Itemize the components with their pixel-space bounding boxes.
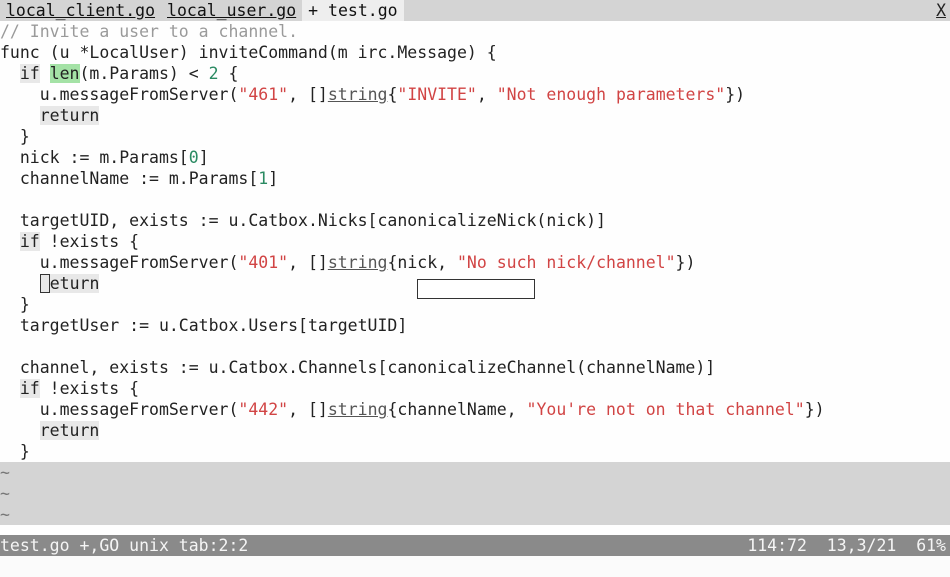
cursor (40, 274, 50, 293)
code-line: } (0, 441, 950, 462)
end-of-buffer: ~ (0, 504, 950, 525)
code-line: channel, exists := u.Catbox.Channels[can… (0, 357, 950, 378)
tab-local-client[interactable]: local_client.go (0, 0, 161, 21)
code-line: u.messageFromServer("442", []string{chan… (0, 399, 950, 420)
code-line: func (u *LocalUser) inviteCommand(m irc.… (0, 42, 950, 63)
code-line: nick := m.Params[0] (0, 147, 950, 168)
code-line: return (0, 420, 950, 441)
end-of-buffer: ~ (0, 483, 950, 504)
end-of-buffer: ~ (0, 462, 950, 483)
floating-box (417, 279, 535, 299)
command-line[interactable] (0, 556, 950, 577)
code-line: } (0, 126, 950, 147)
code-line: if len(m.Params) < 2 { (0, 63, 950, 84)
tab-local-user[interactable]: local_user.go (161, 0, 302, 21)
status-left: test.go +,GO unix tab:2:2 (0, 535, 248, 556)
status-line: test.go +,GO unix tab:2:2 114:72 13,3/21… (0, 535, 950, 556)
code-line: u.messageFromServer("461", []string{"INV… (0, 84, 950, 105)
code-line: channelName := m.Params[1] (0, 168, 950, 189)
code-line: u.messageFromServer("401", []string{nick… (0, 252, 950, 273)
code-line: return (0, 105, 950, 126)
code-line: // Invite a user to a channel. (0, 21, 950, 42)
status-right: 114:72 13,3/21 61% (747, 535, 946, 556)
code-line: if !exists { (0, 231, 950, 252)
code-line: targetUID, exists := u.Catbox.Nicks[cano… (0, 210, 950, 231)
code-line (0, 336, 950, 357)
close-icon[interactable]: X (936, 0, 946, 21)
code-line: targetUser := u.Catbox.Users[targetUID] (0, 315, 950, 336)
code-line: if !exists { (0, 378, 950, 399)
tab-bar: local_client.go local_user.go + test.go … (0, 0, 950, 21)
code-line (0, 189, 950, 210)
editor-area[interactable]: // Invite a user to a channel. func (u *… (0, 21, 950, 535)
tab-test-go[interactable]: + test.go (302, 0, 403, 21)
